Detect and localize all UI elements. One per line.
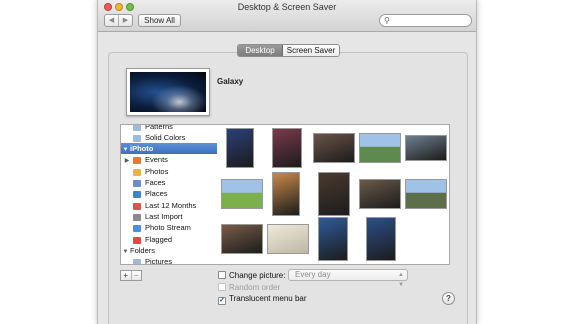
galaxy-wallpaper-thumbnail: [130, 72, 206, 112]
search-icon: ⚲: [384, 16, 390, 25]
tab-desktop[interactable]: Desktop: [238, 45, 283, 56]
sidebar-item-photo-stream[interactable]: Photo Stream: [121, 222, 217, 233]
back-button[interactable]: ◀: [105, 15, 118, 26]
picture-grid[interactable]: [217, 124, 450, 265]
current-desktop-preview: [126, 68, 210, 116]
sidebar-item-last-12-months[interactable]: Last 12 Months: [121, 200, 217, 211]
sidebar-item-last-import[interactable]: Last Import: [121, 211, 217, 222]
forward-button[interactable]: ▶: [118, 15, 132, 26]
sidebar-item-label: Folders: [130, 246, 156, 255]
source-list[interactable]: Patterns Solid Colors ▼ iPhoto ▶ Events Photos…: [120, 124, 218, 265]
photo-1-thumbnail[interactable]: [226, 128, 254, 168]
sidebar-item-label: Pictures: [145, 257, 173, 265]
preferences-window: Desktop & Screen Saver ◀ ▶ Show All ⚲ De…: [97, 0, 477, 324]
events-icon: [133, 156, 141, 164]
sidebar-item-label: Solid Colors: [145, 133, 186, 142]
sidebar-item-photos[interactable]: Photos: [121, 166, 217, 177]
photos-icon: [133, 168, 141, 176]
sidebar-item-label: Faces: [145, 178, 166, 187]
current-picture-name: Galaxy: [217, 77, 244, 86]
photo-11-thumbnail[interactable]: [221, 224, 263, 254]
sidebar-item-label: Last 12 Months: [145, 201, 197, 210]
clock-icon: [133, 213, 141, 221]
sidebar-item-label: iPhoto: [130, 144, 154, 153]
photo-2-thumbnail[interactable]: [272, 128, 302, 168]
add-folder-button[interactable]: +: [121, 271, 131, 280]
sidebar-item-pictures[interactable]: Pictures: [121, 256, 217, 265]
photo-8-thumbnail[interactable]: [318, 172, 350, 216]
translucent-menu-bar-checkbox[interactable]: ✓: [218, 297, 226, 305]
sidebar-item-label: Events: [145, 155, 168, 164]
add-remove-buttons: + −: [120, 270, 142, 281]
translucent-menu-bar-label: Translucent menu bar: [229, 294, 307, 303]
calendar-icon: [133, 202, 141, 210]
photo-6-thumbnail[interactable]: [221, 179, 263, 209]
random-order-checkbox[interactable]: [218, 283, 226, 291]
sidebar-item-label: Flagged: [145, 235, 173, 244]
random-order-option[interactable]: Random order: [218, 283, 280, 292]
translucent-menu-bar-option[interactable]: ✓ Translucent menu bar: [218, 294, 307, 305]
change-picture-checkbox[interactable]: [218, 271, 226, 279]
popup-arrows-icon: ▲ ▼: [398, 272, 404, 288]
interval-value: Every day: [295, 270, 331, 279]
sidebar-item-solid-colors[interactable]: Solid Colors: [121, 132, 217, 143]
search-field[interactable]: ⚲: [379, 14, 472, 27]
sidebar-item-places[interactable]: Places: [121, 188, 217, 199]
change-picture-label: Change picture:: [229, 271, 286, 280]
help-button[interactable]: ?: [442, 292, 455, 305]
faces-icon: [133, 179, 141, 187]
back-forward-buttons: ◀ ▶: [104, 14, 133, 27]
sidebar-item-flagged[interactable]: Flagged: [121, 234, 217, 245]
sidebar-item-label: Patterns: [145, 124, 173, 131]
sidebar-item-iphoto[interactable]: ▼ iPhoto: [121, 143, 217, 154]
photo-12-thumbnail[interactable]: [267, 224, 309, 254]
photo-5-thumbnail[interactable]: [405, 135, 447, 161]
photo-4-thumbnail[interactable]: [359, 133, 401, 163]
tab-switcher: Desktop Screen Saver: [237, 44, 340, 57]
photo-3-thumbnail[interactable]: [313, 133, 355, 163]
sidebar-item-label: Last Import: [145, 212, 183, 221]
cloud-icon: [133, 224, 141, 232]
change-picture-option[interactable]: Change picture:: [218, 271, 285, 280]
sidebar-item-patterns[interactable]: Patterns: [121, 124, 217, 132]
change-interval-popup[interactable]: Every day ▲ ▼: [288, 269, 408, 288]
show-all-button[interactable]: Show All: [138, 14, 181, 27]
sidebar-item-label: Places: [145, 189, 168, 198]
photo-9-thumbnail[interactable]: [359, 179, 401, 209]
sidebar-item-label: Photos: [145, 167, 169, 176]
title-bar: Desktop & Screen Saver ◀ ▶ Show All ⚲: [98, 0, 476, 32]
window-title: Desktop & Screen Saver: [237, 2, 337, 12]
folder-icon: [133, 125, 141, 131]
sidebar-item-folders[interactable]: ▼ Folders: [121, 245, 217, 256]
folder-icon: [133, 258, 141, 264]
places-icon: [133, 190, 141, 198]
photo-10-thumbnail[interactable]: [405, 179, 447, 209]
random-order-label: Random order: [229, 283, 281, 292]
photo-7-thumbnail[interactable]: [272, 172, 300, 216]
tab-screen-saver[interactable]: Screen Saver: [283, 45, 339, 56]
folder-icon: [133, 134, 141, 142]
photo-14-thumbnail[interactable]: [366, 217, 396, 261]
flag-icon: [133, 236, 141, 244]
sidebar-item-events[interactable]: ▶ Events: [121, 154, 217, 165]
sidebar-item-label: Photo Stream: [145, 223, 191, 232]
remove-folder-button[interactable]: −: [130, 271, 142, 280]
photo-13-thumbnail[interactable]: [318, 217, 348, 261]
sidebar-item-faces[interactable]: Faces: [121, 177, 217, 188]
